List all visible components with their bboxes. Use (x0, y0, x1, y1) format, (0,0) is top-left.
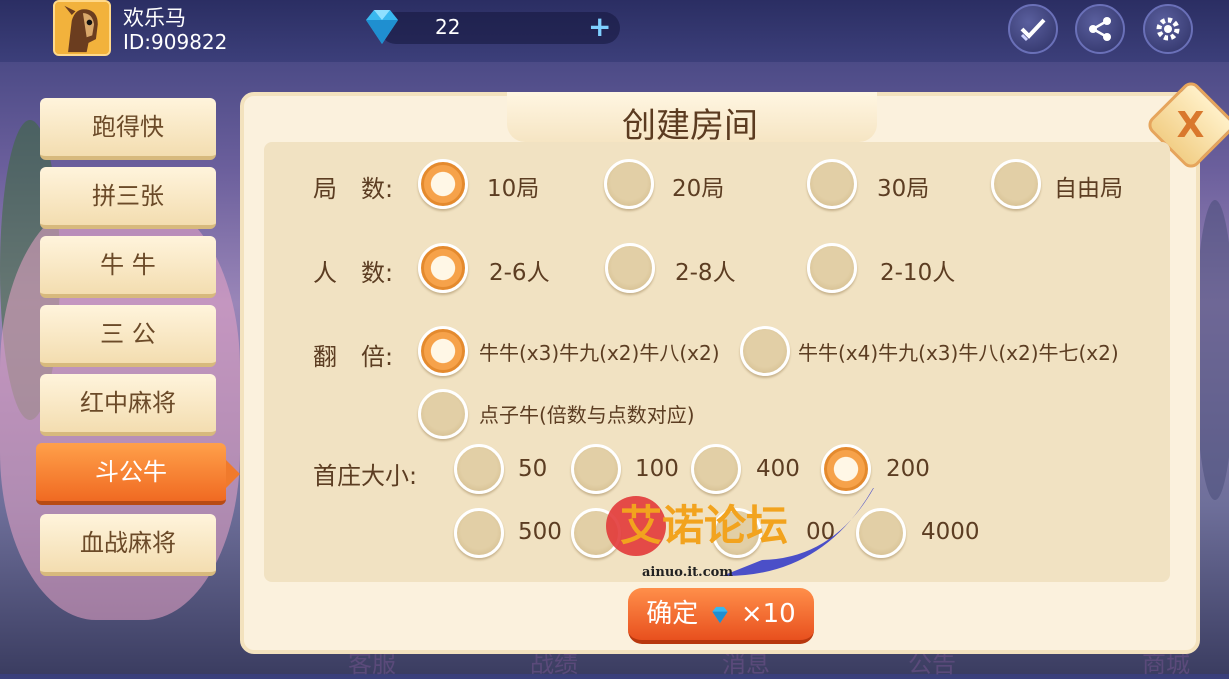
banker-radio-500[interactable] (454, 508, 504, 558)
confirm-cost: ×10 (740, 599, 796, 629)
players-option-2-8[interactable]: 2-8人 (675, 253, 736, 287)
close-icon: X (1177, 104, 1205, 146)
diamond-icon (366, 10, 398, 44)
gem-balance-bar (380, 12, 620, 44)
multiplier-radio-3[interactable] (418, 389, 468, 439)
confirm-button[interactable]: 确定 ×10 (628, 588, 814, 644)
multiplier-radio-1[interactable] (418, 326, 468, 376)
players-radio-2-10[interactable] (807, 243, 857, 293)
user-name: 欢乐马 (123, 6, 186, 30)
rounds-radio-free[interactable] (991, 159, 1041, 209)
check-button[interactable] (1008, 4, 1058, 54)
banker-radio-50[interactable] (454, 444, 504, 494)
rounds-radio-30[interactable] (807, 159, 857, 209)
avatar[interactable] (53, 0, 111, 56)
confirm-label: 确定 (646, 599, 699, 629)
diamond-icon (711, 606, 728, 623)
players-radio-2-8[interactable] (605, 243, 655, 293)
background-decoration (1195, 200, 1229, 500)
multiplier-radio-2[interactable] (740, 326, 790, 376)
multiplier-option-1[interactable]: 牛牛(x3)牛九(x2)牛八(x2) (479, 337, 720, 366)
players-option-2-6[interactable]: 2-6人 (489, 253, 550, 287)
banker-option-50[interactable]: 50 (518, 456, 547, 482)
dialog-title: 创建房间 (622, 106, 758, 146)
rounds-option-10[interactable]: 10局 (487, 169, 539, 203)
rounds-option-free[interactable]: 自由局 (1054, 169, 1123, 203)
banker-option-200[interactable]: 200 (886, 456, 930, 482)
players-radio-2-6[interactable] (418, 243, 468, 293)
sidebar-item-paodekuai[interactable]: 跑得快 (40, 98, 216, 160)
sidebar-item-dougongniu[interactable]: 斗公牛 (36, 443, 240, 505)
sidebar-item-xuezhan-mahjong[interactable]: 血战麻将 (40, 514, 216, 576)
rounds-label: 局 数: (313, 175, 394, 203)
horse-avatar-icon (55, 2, 109, 54)
sidebar-item-pinsanzhang[interactable]: 拼三张 (40, 167, 216, 229)
banker-option-4000[interactable]: 4000 (921, 519, 980, 545)
banker-option-400[interactable]: 400 (756, 456, 800, 482)
sidebar-item-niuniu[interactable]: 牛 牛 (40, 236, 216, 298)
sidebar-item-hongzhong-mahjong[interactable]: 红中麻将 (40, 374, 216, 436)
rounds-option-30[interactable]: 30局 (877, 169, 929, 203)
players-option-2-10[interactable]: 2-10人 (880, 253, 955, 287)
gear-icon (1156, 17, 1180, 41)
user-id: ID:909822 (123, 30, 228, 54)
multiplier-label: 翻 倍: (313, 343, 394, 371)
banker-radio-400[interactable] (691, 444, 741, 494)
multiplier-option-3[interactable]: 点子牛(倍数与点数对应) (479, 399, 695, 428)
share-icon (1089, 17, 1111, 41)
watermark-url: ainuo.it.com (642, 565, 733, 580)
sidebar-item-sangong[interactable]: 三 公 (40, 305, 216, 367)
banker-radio-100[interactable] (571, 444, 621, 494)
watermark-logo: 艾诺论坛 ainuo.it.com (606, 488, 874, 580)
players-label: 人 数: (313, 259, 394, 287)
add-gems-button[interactable]: + (588, 12, 611, 42)
rounds-option-20[interactable]: 20局 (672, 169, 724, 203)
check-icon (1020, 18, 1046, 42)
banker-option-100[interactable]: 100 (635, 456, 679, 482)
banker-option-500[interactable]: 500 (518, 519, 562, 545)
banker-label: 首庄大小: (313, 462, 418, 490)
watermark-text: 艾诺论坛 (620, 501, 788, 550)
multiplier-option-2[interactable]: 牛牛(x4)牛九(x3)牛八(x2)牛七(x2) (798, 337, 1119, 366)
banker-radio-200[interactable] (821, 444, 871, 494)
rounds-radio-20[interactable] (604, 159, 654, 209)
share-button[interactable] (1075, 4, 1125, 54)
rounds-radio-10[interactable] (418, 159, 468, 209)
settings-button[interactable] (1143, 4, 1193, 54)
gem-count: 22 (435, 15, 461, 39)
